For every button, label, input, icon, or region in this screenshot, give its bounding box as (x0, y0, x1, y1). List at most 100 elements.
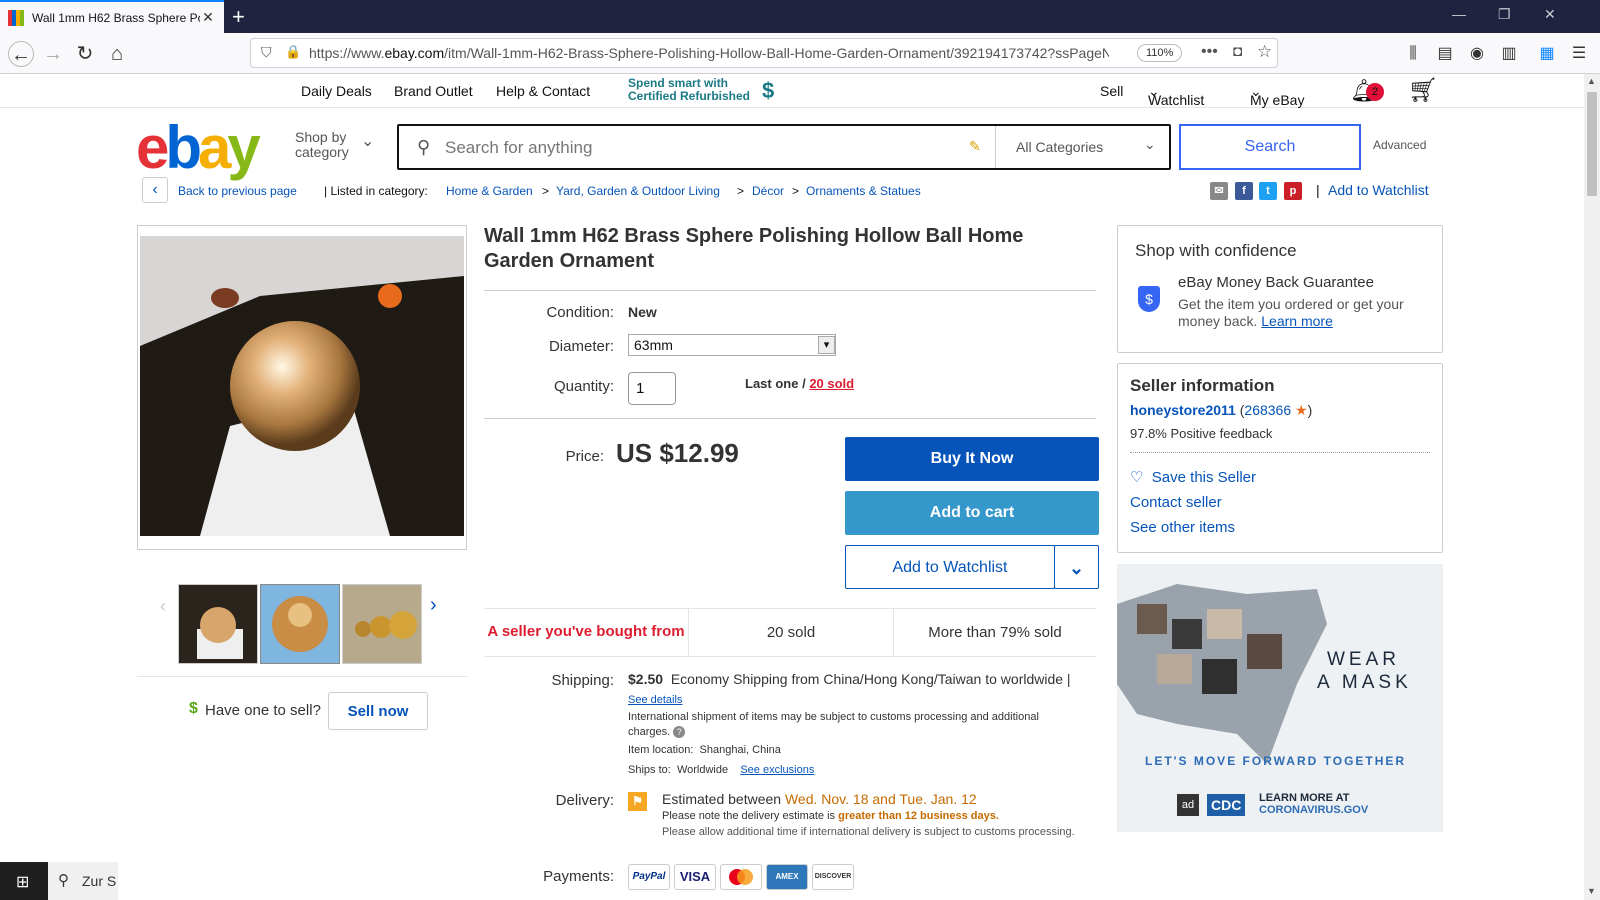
search-input[interactable]: ⚲ Search for anything ✎ All Categories ⌄ (397, 124, 1171, 170)
seller-name-link[interactable]: honeystore2011 (1130, 402, 1236, 418)
library-icon[interactable]: ⫼ (1400, 41, 1426, 67)
extensions-icon[interactable]: ▦ (1534, 41, 1560, 67)
add-to-watchlist-link[interactable]: Add to Watchlist (1328, 182, 1429, 198)
twitter-icon[interactable]: t (1259, 182, 1277, 200)
scrollbar-thumb[interactable] (1587, 92, 1597, 196)
zoom-indicator[interactable]: 110% (1137, 44, 1183, 62)
watchlist-dropdown-button[interactable]: ⌄ (1054, 545, 1099, 589)
advanced-search-link[interactable]: Advanced (1373, 138, 1426, 152)
delivery-estimate: Estimated between Wed. Nov. 18 and Tue. … (662, 791, 977, 807)
my-ebay-label: My eBay (1250, 92, 1305, 108)
category-select-value: All Categories (1016, 139, 1104, 155)
back-button[interactable]: ‹ (142, 177, 168, 203)
edit-icon[interactable]: ✎ (969, 138, 981, 155)
shop-by-category[interactable]: Shop by category ⌄ (295, 130, 374, 160)
close-window-icon[interactable]: ✕ (1544, 6, 1556, 23)
cart-icon[interactable]: 🛒︎ (1408, 76, 1438, 105)
amex-icon: AMEX (766, 864, 808, 890)
diameter-select[interactable]: 63mm ▾ (628, 334, 836, 356)
breadcrumb-decor[interactable]: Décor (752, 184, 784, 198)
browser-tab[interactable]: Wall 1mm H62 Brass Sphere Po ✕ (0, 0, 224, 33)
visa-icon: VISA (674, 864, 716, 890)
learn-more-link[interactable]: Learn more (1261, 313, 1333, 329)
breadcrumb-home-garden[interactable]: Home & Garden (446, 184, 533, 198)
shield-dollar-icon: $ (1138, 286, 1160, 312)
ad-line2: A MASK (1317, 672, 1412, 693)
listed-in-label: | Listed in category: (324, 184, 428, 198)
see-details-link[interactable]: See details (628, 694, 682, 706)
category-select[interactable]: All Categories ⌄ (995, 126, 1169, 168)
main-image-container[interactable] (137, 225, 467, 550)
bookmark-star-icon[interactable]: ☆ (1257, 42, 1272, 62)
customs-note: International shipment of items may be s… (628, 710, 1078, 740)
url-text: https://www.ebay.com/itm/Wall-1mm-H62-Br… (309, 45, 1109, 61)
windows-taskbar: ⊞ ⚲ Zur S (0, 862, 118, 900)
sidebar-icon[interactable]: ▤ (1432, 41, 1458, 67)
wear-mask-ad[interactable]: WEAR A MASK LET'S MOVE FORWARD TOGETHER … (1117, 564, 1443, 832)
home-icon[interactable]: ⌂ (104, 41, 130, 67)
thumbnail-1[interactable] (178, 584, 258, 664)
ebay-logo[interactable]: ebay (136, 118, 261, 178)
help-icon[interactable]: ? (673, 726, 686, 738)
quantity-input[interactable]: 1 (628, 372, 676, 405)
breadcrumb-yard-garden[interactable]: Yard, Garden & Outdoor Living (556, 184, 720, 198)
thumbnail-2[interactable] (260, 584, 340, 664)
daily-deals-link[interactable]: Daily Deals (301, 83, 372, 99)
seller-score-link[interactable]: 268366 (1244, 402, 1291, 418)
restore-icon[interactable]: ❐ (1498, 6, 1511, 23)
minimize-icon[interactable]: — (1452, 6, 1466, 22)
back-link[interactable]: Back to previous page (178, 184, 297, 198)
close-tab-icon[interactable]: ✕ (200, 9, 216, 26)
pinterest-icon[interactable]: p (1284, 182, 1302, 200)
add-to-cart-button[interactable]: Add to cart (845, 491, 1099, 535)
add-to-watchlist-button[interactable]: Add to Watchlist (845, 545, 1055, 589)
my-ebay-link[interactable]: My eBay ⌄ (1250, 83, 1304, 108)
thumbnail-3[interactable] (342, 584, 422, 664)
watchlist-label: Watchlist (1148, 92, 1205, 108)
scroll-up-icon[interactable]: ▲ (1587, 76, 1596, 86)
sold-count-link[interactable]: 20 sold (809, 376, 854, 391)
see-other-items-link[interactable]: See other items (1130, 519, 1235, 536)
breadcrumb-separator: > (792, 184, 800, 198)
buy-it-now-button[interactable]: Buy It Now (845, 437, 1099, 481)
price-value: US $12.99 (616, 438, 739, 468)
watchlist-link[interactable]: Watchlist ⌄ (1148, 83, 1204, 108)
sell-link[interactable]: Sell (1100, 83, 1123, 99)
item-location: Item location: Shanghai, China (628, 744, 781, 756)
scroll-down-icon[interactable]: ▼ (1587, 886, 1596, 896)
account-icon[interactable]: ◉ (1464, 41, 1490, 67)
breadcrumb-ornaments[interactable]: Ornaments & Statues (806, 184, 921, 198)
email-icon[interactable]: ✉ (1210, 182, 1228, 200)
help-contact-link[interactable]: Help & Contact (496, 83, 590, 99)
thumb-next-icon[interactable]: › (430, 594, 437, 617)
forward-icon[interactable]: → (40, 41, 66, 67)
windows-start-icon[interactable]: ⊞ (16, 872, 29, 892)
search-button[interactable]: Search (1179, 124, 1361, 170)
shipping-label: Shipping: (551, 672, 614, 689)
menu-icon[interactable]: ☰ (1566, 41, 1592, 67)
facebook-icon[interactable]: f (1235, 182, 1253, 200)
taskbar-search[interactable]: ⚲ Zur S (48, 862, 118, 900)
lock-icon[interactable]: 🔒 (285, 44, 301, 60)
see-exclusions-link[interactable]: See exclusions (740, 764, 814, 776)
save-seller-link[interactable]: ♡ Save this Seller (1130, 468, 1256, 486)
shipping-price: $2.50 (628, 671, 664, 687)
reload-icon[interactable]: ↻ (72, 41, 98, 67)
pocket-icon[interactable]: ◘ (1233, 43, 1242, 60)
more-actions-icon[interactable]: ••• (1201, 43, 1218, 61)
top-nav: Daily Deals Brand Outlet Help & Contact … (0, 74, 1584, 108)
main-product-image[interactable] (140, 236, 464, 536)
shield-icon[interactable]: ⛉ (261, 44, 272, 61)
contact-seller-link[interactable]: Contact seller (1130, 494, 1222, 511)
mastercard-logo (729, 869, 753, 885)
payments-label: Payments: (543, 868, 614, 885)
back-icon[interactable]: ← (8, 41, 34, 67)
page-scrollbar[interactable]: ▲ ▼ (1584, 74, 1600, 900)
new-tab-icon[interactable]: + (232, 4, 245, 30)
brand-outlet-link[interactable]: Brand Outlet (394, 83, 473, 99)
sell-now-button[interactable]: Sell now (328, 692, 428, 730)
reader-icon[interactable]: ▥ (1496, 41, 1522, 67)
thumb-prev-icon[interactable]: ‹ (160, 596, 166, 617)
url-bar[interactable]: ⛉ 🔒 https://www.ebay.com/itm/Wall-1mm-H6… (250, 38, 1278, 68)
certified-refurbished-promo[interactable]: Spend smart with Certified Refurbished (628, 77, 750, 103)
